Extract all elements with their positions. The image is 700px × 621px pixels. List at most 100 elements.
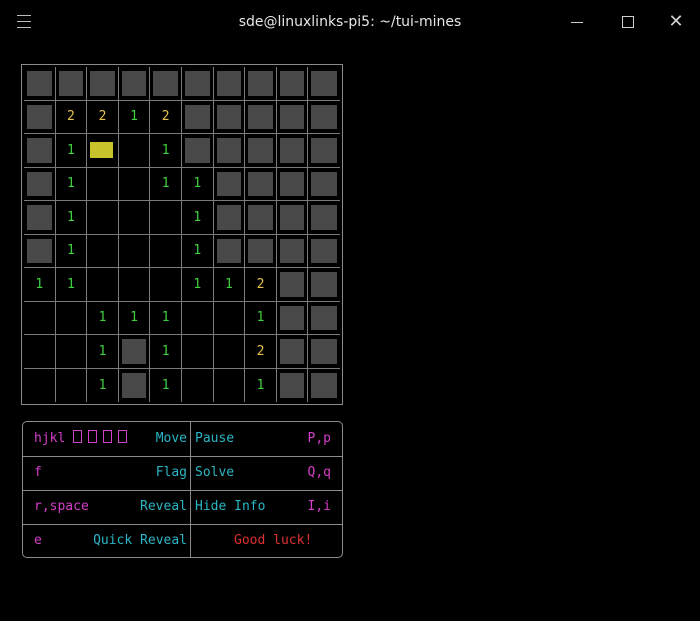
hidden-cell[interactable] — [24, 167, 56, 201]
number-cell[interactable]: 1 — [245, 301, 277, 335]
maximize-button[interactable] — [615, 10, 641, 34]
number-cell[interactable]: 2 — [87, 100, 119, 134]
hidden-cell[interactable] — [308, 168, 340, 201]
number-cell[interactable]: 1 — [87, 368, 119, 402]
number-cell[interactable]: 1 — [24, 268, 56, 302]
hidden-cell[interactable] — [245, 100, 277, 134]
number-cell[interactable]: 1 — [150, 167, 182, 201]
hidden-cell[interactable] — [308, 201, 340, 235]
hidden-cell[interactable] — [213, 234, 246, 268]
hidden-cell[interactable] — [245, 234, 277, 268]
number-cell[interactable]: 1 — [182, 167, 214, 201]
minimize-button[interactable] — [564, 10, 590, 34]
empty-cell[interactable] — [182, 301, 214, 335]
number-cell[interactable]: 1 — [182, 268, 214, 302]
hidden-cell[interactable] — [308, 67, 340, 101]
number-cell[interactable]: 1 — [87, 335, 119, 369]
empty-cell[interactable] — [87, 234, 119, 268]
hidden-cell[interactable] — [276, 100, 309, 134]
hidden-cell[interactable] — [245, 201, 277, 235]
number-cell[interactable]: 1 — [55, 201, 88, 235]
hidden-cell[interactable] — [276, 301, 309, 335]
empty-cell[interactable] — [118, 234, 151, 268]
number-cell[interactable]: 1 — [55, 268, 88, 302]
empty-cell[interactable] — [118, 134, 151, 168]
number-cell[interactable]: 1 — [118, 301, 151, 335]
hidden-cell[interactable] — [308, 369, 340, 403]
number-cell[interactable]: 1 — [182, 201, 214, 235]
hidden-cell[interactable] — [277, 368, 309, 402]
hidden-cell[interactable] — [118, 67, 151, 101]
hidden-cell[interactable] — [118, 335, 151, 369]
hidden-cell[interactable] — [213, 167, 246, 201]
hidden-cell[interactable] — [276, 67, 309, 101]
number-cell[interactable]: 1 — [150, 368, 182, 402]
number-cell[interactable]: 2 — [245, 335, 277, 369]
number-cell[interactable]: 1 — [87, 301, 119, 335]
number-cell[interactable]: 1 — [55, 234, 88, 268]
empty-cell[interactable] — [55, 335, 88, 369]
empty-cell[interactable] — [150, 201, 182, 235]
empty-cell[interactable] — [118, 268, 151, 302]
number-cell[interactable]: 1 — [55, 134, 88, 168]
empty-cell[interactable] — [24, 335, 56, 369]
hidden-cell[interactable] — [119, 368, 151, 402]
hidden-cell[interactable] — [308, 268, 340, 302]
number-cell[interactable]: 2 — [55, 100, 88, 134]
close-button[interactable]: ✕ — [663, 10, 689, 34]
hidden-cell[interactable] — [276, 268, 309, 302]
hidden-cell[interactable] — [276, 335, 309, 369]
hidden-cell[interactable] — [24, 234, 56, 268]
empty-cell[interactable] — [87, 201, 119, 235]
empty-cell[interactable] — [118, 167, 151, 201]
empty-cell[interactable] — [87, 134, 119, 168]
empty-cell[interactable] — [87, 167, 119, 201]
hidden-cell[interactable] — [276, 167, 309, 201]
hidden-cell[interactable] — [245, 167, 277, 201]
empty-cell[interactable] — [24, 301, 56, 335]
empty-cell[interactable] — [55, 301, 88, 335]
number-cell[interactable]: 1 — [213, 268, 246, 302]
hidden-cell[interactable] — [245, 134, 277, 168]
empty-cell[interactable] — [56, 368, 88, 402]
hidden-cell[interactable] — [24, 100, 56, 134]
empty-cell[interactable] — [87, 268, 119, 302]
empty-cell[interactable] — [213, 335, 246, 369]
hidden-cell[interactable] — [24, 67, 56, 101]
hidden-cell[interactable] — [213, 67, 246, 101]
number-cell[interactable]: 1 — [150, 134, 182, 168]
hidden-cell[interactable] — [308, 335, 340, 369]
hidden-cell[interactable] — [182, 67, 214, 101]
hidden-cell[interactable] — [213, 134, 246, 168]
hidden-cell[interactable] — [87, 67, 119, 101]
hidden-cell[interactable] — [276, 234, 309, 268]
hidden-cell[interactable] — [276, 134, 309, 168]
empty-cell[interactable] — [150, 268, 182, 302]
empty-cell[interactable] — [213, 301, 246, 335]
number-cell[interactable]: 1 — [118, 100, 151, 134]
empty-cell[interactable] — [182, 368, 214, 402]
number-cell[interactable]: 1 — [150, 335, 182, 369]
empty-cell[interactable] — [118, 201, 151, 235]
number-cell[interactable]: 2 — [150, 100, 182, 134]
number-cell[interactable]: 1 — [150, 301, 182, 335]
hidden-cell[interactable] — [150, 67, 182, 101]
number-cell[interactable]: 1 — [55, 167, 88, 201]
hidden-cell[interactable] — [213, 100, 246, 134]
hidden-cell[interactable] — [308, 101, 340, 134]
empty-cell[interactable] — [214, 368, 246, 402]
hidden-cell[interactable] — [55, 67, 88, 101]
hidden-cell[interactable] — [245, 67, 277, 101]
number-cell[interactable]: 1 — [182, 234, 214, 268]
hidden-cell[interactable] — [308, 134, 340, 168]
number-cell[interactable]: 2 — [245, 268, 277, 302]
hidden-cell[interactable] — [308, 302, 340, 335]
hidden-cell[interactable] — [182, 100, 214, 134]
number-cell[interactable]: 1 — [245, 368, 277, 402]
hidden-cell[interactable] — [24, 201, 56, 235]
hidden-cell[interactable] — [182, 134, 214, 168]
hidden-cell[interactable] — [308, 235, 340, 268]
hidden-cell[interactable] — [213, 201, 246, 235]
empty-cell[interactable] — [150, 234, 182, 268]
hidden-cell[interactable] — [276, 201, 309, 235]
